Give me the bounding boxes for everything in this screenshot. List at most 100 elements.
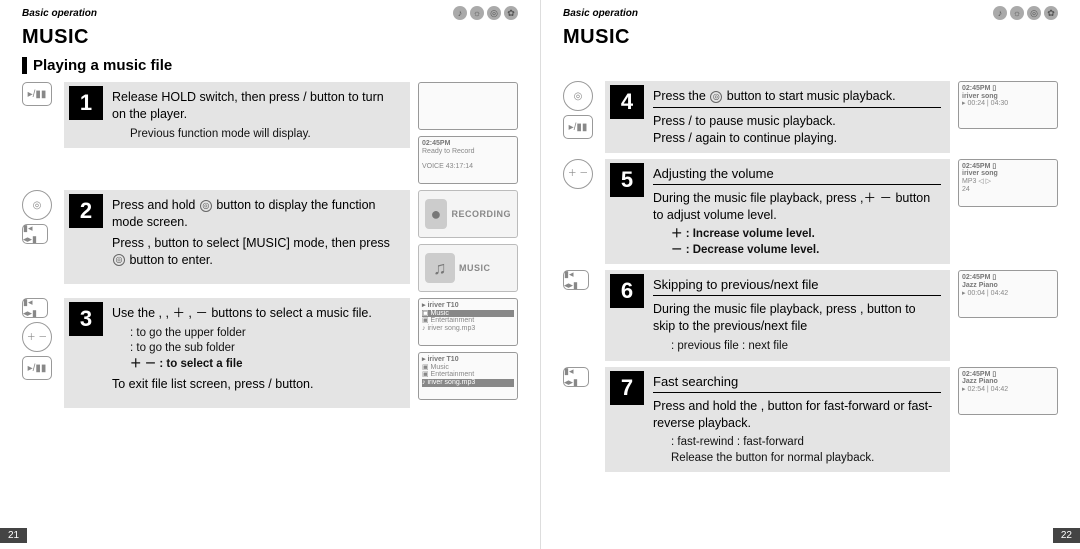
record-glyph-icon: ● (425, 199, 447, 229)
step-3-text2: To exit file list screen, press / button… (112, 376, 401, 393)
step-3-screens: ▸ iriver T10 ▣ Music ▣ Entertainment ♪ i… (418, 298, 518, 400)
l2b: ▣ Music (422, 364, 514, 372)
step-6-t1: During the music file playback, press , … (653, 301, 941, 335)
p1d: ▸ 00:24 | 04:30 (962, 100, 1054, 108)
p3d: ▸ 00:04 | 04:42 (962, 290, 1054, 298)
step-2-number: 2 (69, 194, 103, 228)
p4b: Jazz Piano (962, 378, 1054, 386)
step-3-text1: Use the , , ＋ , － buttons to select a mu… (112, 305, 401, 322)
p2a: 02:45PM ▯ (962, 163, 1054, 171)
step-1-row: ▸/▮▮ 1 Release HOLD switch, then press /… (22, 82, 518, 184)
manual-spread: Basic operation ♪ ☼ ◎ ✿ MUSIC Playing a … (0, 0, 1080, 549)
page-right: Basic operation ♪ ☼ ◎ ✿ MUSIC ◎ ▸/▮▮ 4 P… (540, 0, 1080, 549)
screen-play3: 02:45PM ▯ Jazz Piano ▸ 00:04 | 04:42 (958, 270, 1058, 318)
screen-ready: 02:45PM Ready to Record VOICE 43:17:14 (418, 136, 518, 184)
p4d: ▸ 02:54 | 04:42 (962, 386, 1054, 394)
l2d: ♪ iriver song.mp3 (422, 379, 514, 387)
header-row-r: Basic operation ♪ ☼ ◎ ✿ (563, 6, 1058, 20)
divider-7 (653, 392, 941, 393)
p1b: iriver song (962, 93, 1054, 101)
settings-mode-icon-r: ✿ (1044, 6, 1058, 20)
divider-4 (653, 107, 941, 108)
record-mode-icon-r: ◎ (1027, 6, 1041, 20)
step-1-box: 1 Release HOLD switch, then press / butt… (64, 82, 410, 148)
divider-6 (653, 295, 941, 296)
step-2-box: 2 Press and hold ◎ button to display the… (64, 190, 410, 284)
recording-mode-tile: ● RECORDING (418, 190, 518, 238)
step-7-s1: : fast-rewind : fast-forward (653, 435, 941, 451)
step-1-screens: 02:45PM Ready to Record VOICE 43:17:14 (418, 82, 518, 184)
step-1-note: Previous function mode will display. (112, 127, 401, 143)
step-2-row: ◎ ▮◂ ◂▸▮ 2 Press and hold ◎ button to di… (22, 190, 518, 292)
step-4-buttons: ◎ ▸/▮▮ (563, 81, 597, 139)
step-3-sub2: : to go the sub folder (112, 341, 401, 357)
navi-button-icon: ◎ (22, 190, 52, 220)
step-3-sub3: ＋ － : to select a file (112, 357, 401, 373)
screen-play2: 02:45PM ▯ iriver song MP3 ◁ ▷ 24 (958, 159, 1058, 207)
step-4-screens: 02:45PM ▯ iriver song ▸ 00:24 | 04:30 (958, 81, 1058, 129)
header-row: Basic operation ♪ ☼ ◎ ✿ (22, 6, 518, 20)
s2c: Press , button to select [MUSIC] mode, t… (112, 236, 390, 250)
skip-button-icon-2: ▮◂ ◂▸▮ (22, 298, 48, 318)
step-1-number: 1 (69, 86, 103, 120)
navi-button-icon-2: ＋ － (22, 322, 52, 352)
step-2-screens: ● RECORDING ♫ MUSIC (418, 190, 518, 292)
radio-mode-icon: ☼ (470, 6, 484, 20)
step-7-buttons: ▮◂ ◂▸▮ (563, 367, 597, 387)
p4a: 02:45PM ▯ (962, 371, 1054, 379)
p2b: iriver song (962, 170, 1054, 178)
step-6-box: 6 Skipping to previous/next file During … (605, 270, 950, 360)
s4b: button to start music playback. (723, 89, 895, 103)
l2c: ▣ Entertainment (422, 371, 514, 379)
play-pause-button-icon: ▸/▮▮ (22, 82, 52, 106)
record-mode-icon: ◎ (487, 6, 501, 20)
radio-mode-icon-r: ☼ (1010, 6, 1024, 20)
step-7-title: Fast searching (653, 374, 941, 389)
screen-blank (418, 82, 518, 130)
section-title-r: MUSIC (563, 26, 1058, 49)
navi-inline-icon-4: ◎ (710, 91, 722, 103)
rec-label: RECORDING (451, 209, 511, 219)
screen-play1: 02:45PM ▯ iriver song ▸ 00:24 | 04:30 (958, 81, 1058, 129)
step1-t1: Release HOLD switch, then press (112, 90, 303, 104)
step-5-s1: ＋ : Increase volume level. (653, 227, 941, 243)
step-5-title: Adjusting the volume (653, 166, 941, 181)
step-2-text2: Press , button to select [MUSIC] mode, t… (112, 235, 401, 269)
p3b: Jazz Piano (962, 282, 1054, 290)
play-pause-button-icon-2: ▸/▮▮ (22, 356, 52, 380)
step-4-number: 4 (610, 85, 644, 119)
s2a: Press and hold (112, 198, 199, 212)
l1d: ♪ iriver song.mp3 (422, 325, 514, 333)
step-7-s2: Release the button for normal playback. (653, 451, 941, 467)
step-7-t1: Press and hold the , button for fast-for… (653, 398, 941, 432)
navi-button-icon-4: ◎ (563, 81, 593, 111)
step-6-number: 6 (610, 274, 644, 308)
p1a: 02:45PM ▯ (962, 85, 1054, 93)
sr1a: 02:45PM (422, 140, 514, 148)
step-6-row: ▮◂ ◂▸▮ 6 Skipping to previous/next file … (563, 270, 1058, 360)
l1a: ▸ iriver T10 (422, 302, 514, 310)
step-5-s2: － : Decrease volume level. (653, 243, 941, 259)
step-3-buttons: ▮◂ ◂▸▮ ＋ － ▸/▮▮ (22, 298, 56, 380)
divider-5 (653, 184, 941, 185)
step-4-t3: Press / again to continue playing. (653, 130, 941, 147)
screen-play4: 02:45PM ▯ Jazz Piano ▸ 02:54 | 04:42 (958, 367, 1058, 415)
step-6-screens: 02:45PM ▯ Jazz Piano ▸ 00:04 | 04:42 (958, 270, 1058, 318)
page-number-left: 21 (0, 528, 27, 543)
page-number-right: 22 (1053, 528, 1080, 543)
p3a: 02:45PM ▯ (962, 274, 1054, 282)
l2a: ▸ iriver T10 (422, 356, 514, 364)
step-2-text1: Press and hold ◎ button to display the f… (112, 197, 401, 231)
step-6-title: Skipping to previous/next file (653, 277, 941, 292)
play-pause-button-icon-4: ▸/▮▮ (563, 115, 593, 139)
header-label-r: Basic operation (563, 8, 638, 19)
step-6-buttons: ▮◂ ◂▸▮ (563, 270, 597, 290)
p2c: MP3 ◁ ▷ (962, 178, 1054, 186)
section-title: MUSIC (22, 26, 518, 49)
section-subtitle: Playing a music file (22, 57, 518, 74)
header-icons: ♪ ☼ ◎ ✿ (453, 6, 518, 20)
step-7-row: ▮◂ ◂▸▮ 7 Fast searching Press and hold t… (563, 367, 1058, 473)
skip-button-icon-6: ▮◂ ◂▸▮ (563, 270, 589, 290)
page-left: Basic operation ♪ ☼ ◎ ✿ MUSIC Playing a … (0, 0, 540, 549)
step-1-buttons: ▸/▮▮ (22, 82, 56, 106)
